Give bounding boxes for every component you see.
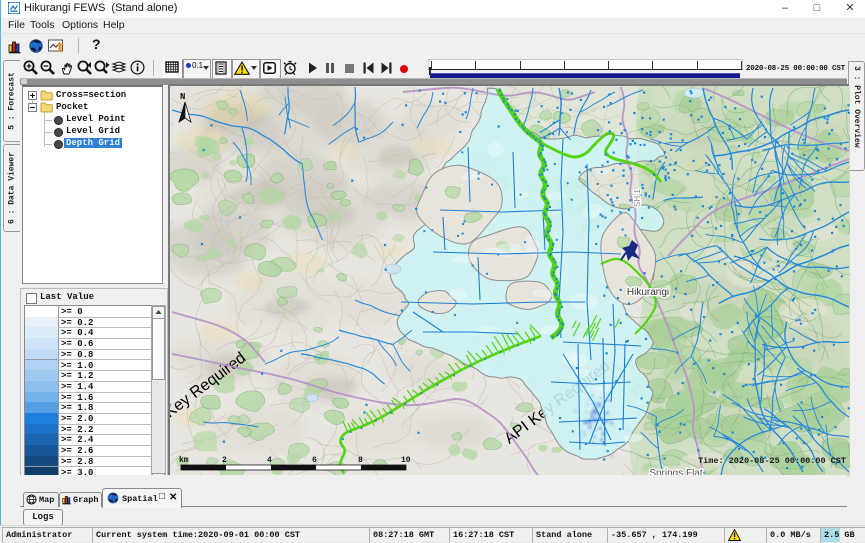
svg-text:6: 6 — [312, 456, 317, 465]
svg-text:Time: 2020-08-25 00:00:00 CST: Time: 2020-08-25 00:00:00 CST — [698, 456, 846, 466]
svg-text:8: 8 — [358, 456, 363, 465]
svg-text:2: 2 — [222, 456, 227, 465]
svg-text:N: N — [180, 92, 185, 102]
svg-text:km: km — [179, 456, 189, 465]
svg-text:SH 1: SH 1 — [633, 189, 642, 207]
svg-text:Hikurangi: Hikurangi — [627, 287, 669, 298]
svg-text:4: 4 — [267, 456, 272, 465]
svg-text:10: 10 — [401, 456, 411, 465]
